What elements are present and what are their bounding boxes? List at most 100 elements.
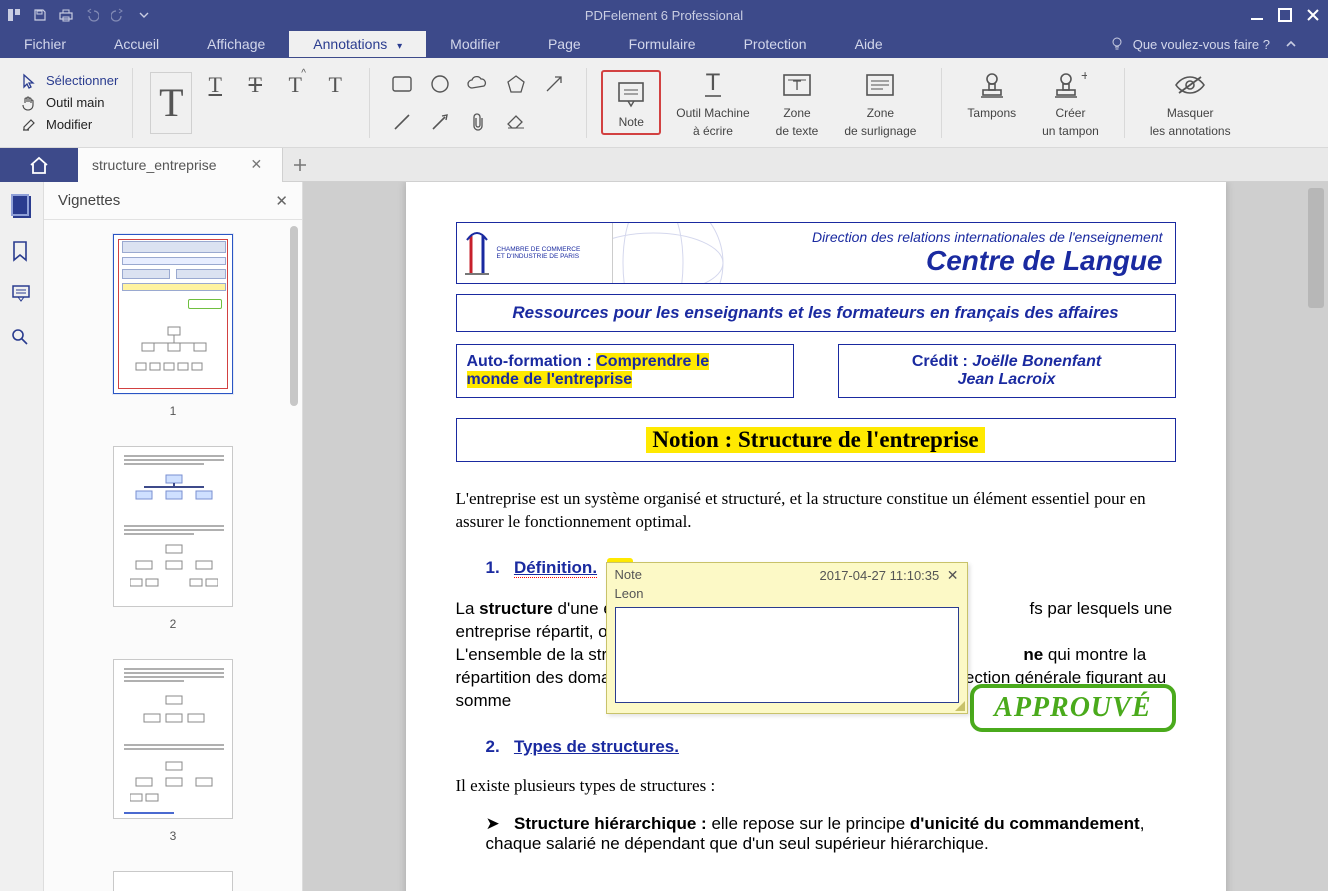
select-tool[interactable]: Sélectionner (20, 72, 118, 90)
print-icon[interactable] (58, 7, 74, 23)
left-rail (0, 182, 44, 891)
create-stamp-icon: + (1052, 67, 1088, 103)
approved-stamp[interactable]: APPROUVÉ (970, 684, 1175, 732)
thumbnail-page-2[interactable] (113, 446, 233, 606)
menu-affichage[interactable]: Affichage (183, 31, 289, 57)
sub1-b: d'unicité du commandement (910, 814, 1140, 833)
textbox-label-1: Zone (783, 107, 810, 121)
thumbnail-page-1[interactable] (113, 234, 233, 394)
note-popup-close-icon[interactable]: ✕ (943, 567, 959, 583)
modify-tool[interactable]: Modifier (20, 116, 118, 134)
caret-insert-tool[interactable]: T^ (289, 72, 302, 98)
create-stamp-label-2: un tampon (1042, 125, 1099, 139)
thumbnails-title: Vignettes (58, 192, 120, 209)
menu-modifier[interactable]: Modifier (426, 31, 524, 57)
note-popup-textarea[interactable] (615, 607, 959, 703)
close-button[interactable] (1304, 6, 1322, 24)
header-line-1: Direction des relations internationales … (625, 229, 1163, 245)
comments-rail-icon[interactable] (11, 284, 33, 306)
circle-shape[interactable] (425, 69, 455, 99)
menu-fichier[interactable]: Fichier (0, 31, 90, 57)
tell-me-box[interactable]: Que voulez-vous faire ? (1109, 36, 1328, 52)
typewriter-tool[interactable]: T Outil Machine à écrire (665, 62, 760, 144)
eraser-tool[interactable] (501, 107, 531, 137)
textbox-tool[interactable]: T Zone de texte (765, 62, 830, 144)
note-popup[interactable]: Note 2017-04-27 11:10:35 ✕ Leon (606, 562, 968, 714)
squiggly-tool[interactable]: T (329, 72, 342, 98)
svg-text:T: T (793, 77, 802, 93)
close-panel-icon[interactable]: ✕ (275, 192, 288, 210)
create-stamp-tool[interactable]: + Créer un tampon (1031, 62, 1110, 144)
new-tab-button[interactable] (283, 158, 317, 172)
hand-tool[interactable]: Outil main (20, 94, 118, 112)
minimize-button[interactable] (1248, 6, 1266, 24)
resize-handle-br[interactable] (953, 699, 967, 713)
redo-icon[interactable] (110, 7, 126, 23)
resize-handle-bl[interactable] (607, 699, 621, 713)
credit-name-2: Jean Lacroix (958, 371, 1056, 388)
thumbnail-page-3[interactable] (113, 659, 233, 819)
edit-icon (20, 116, 38, 134)
header-banner: CHAMBRE DE COMMERCE ET D'INDUSTRIE DE PA… (456, 222, 1176, 284)
menu-formulaire[interactable]: Formulaire (605, 31, 720, 57)
note-popup-timestamp: 2017-04-27 11:10:35 (820, 568, 940, 583)
document-tab[interactable]: structure_entreprise ✕ (78, 148, 283, 182)
ribbon-toolbar: Sélectionner Outil main Modifier T T T T… (0, 58, 1328, 148)
thumbnail-label-3: 3 (170, 829, 177, 843)
menu-page[interactable]: Page (524, 31, 605, 57)
note-tool[interactable]: Note (601, 70, 661, 136)
hide-annotations-label-2: les annotations (1150, 125, 1231, 139)
modify-tool-label: Modifier (46, 117, 92, 132)
document-scrollbar[interactable] (1308, 188, 1324, 308)
maximize-button[interactable] (1276, 6, 1294, 24)
notion-title-box: Notion : Structure de l'entreprise (456, 418, 1176, 462)
hide-annotations-label-1: Masquer (1167, 107, 1214, 121)
line-shape[interactable] (387, 107, 417, 137)
search-rail-icon[interactable] (11, 328, 33, 350)
hide-annotations-tool[interactable]: Masquer les annotations (1139, 62, 1242, 144)
main-area: Vignettes ✕ 1 (0, 182, 1328, 891)
para2-a: La (456, 599, 480, 618)
strikethrough-tool[interactable]: T (249, 72, 262, 98)
freehand-shape[interactable] (539, 69, 569, 99)
cloud-shape[interactable] (463, 69, 493, 99)
thumbnails-list[interactable]: 1 2 (44, 220, 302, 891)
thumbnails-scrollbar[interactable] (290, 226, 298, 406)
menu-accueil[interactable]: Accueil (90, 31, 183, 57)
shapes-group (384, 66, 572, 140)
stamps-tool[interactable]: Tampons (956, 62, 1027, 143)
document-viewport[interactable]: CHAMBRE DE COMMERCE ET D'INDUSTRIE DE PA… (303, 182, 1328, 891)
rectangle-shape[interactable] (387, 69, 417, 99)
create-stamp-label-1: Créer (1055, 107, 1085, 121)
highlight-area-tool[interactable]: Zone de surlignage (833, 62, 927, 144)
bookmarks-rail-icon[interactable] (11, 240, 33, 262)
underline-tool[interactable]: T (209, 72, 222, 98)
credit-label: Crédit : (912, 353, 972, 370)
home-button[interactable] (0, 148, 78, 182)
collapse-ribbon-icon[interactable] (1284, 37, 1298, 51)
notion-title: Notion : Structure de l'entreprise (646, 427, 984, 453)
attachment-tool[interactable] (463, 107, 493, 137)
cci-logo: CHAMBRE DE COMMERCE ET D'INDUSTRIE DE PA… (457, 223, 613, 283)
menu-aide[interactable]: Aide (831, 31, 907, 57)
dropdown-icon[interactable] (136, 7, 152, 23)
stamps-label: Tampons (967, 107, 1016, 121)
typewriter-label-2: à écrire (693, 125, 733, 139)
menu-protection[interactable]: Protection (720, 31, 831, 57)
chevron-down-icon: ▾ (397, 41, 402, 52)
logo-text-2: ET D'INDUSTRIE DE PARIS (497, 253, 581, 260)
thumbnail-page-4[interactable] (113, 871, 233, 891)
close-tab-icon[interactable]: ✕ (251, 156, 263, 173)
arrow-shape[interactable] (425, 107, 455, 137)
polygon-shape[interactable] (501, 69, 531, 99)
autoformation-label: Auto-formation : (467, 353, 597, 370)
tell-me-label: Que voulez-vous faire ? (1133, 37, 1270, 52)
heading-2-text: Types de structures. (514, 737, 679, 756)
undo-icon[interactable] (84, 7, 100, 23)
highlight-tool[interactable]: T (150, 72, 192, 134)
heading-2: 2. Types de structures. (456, 737, 1176, 757)
save-icon[interactable] (32, 7, 48, 23)
stamp-icon (974, 67, 1010, 103)
thumbnails-rail-icon[interactable] (13, 196, 31, 218)
menu-annotations[interactable]: Annotations ▾ (289, 31, 426, 57)
